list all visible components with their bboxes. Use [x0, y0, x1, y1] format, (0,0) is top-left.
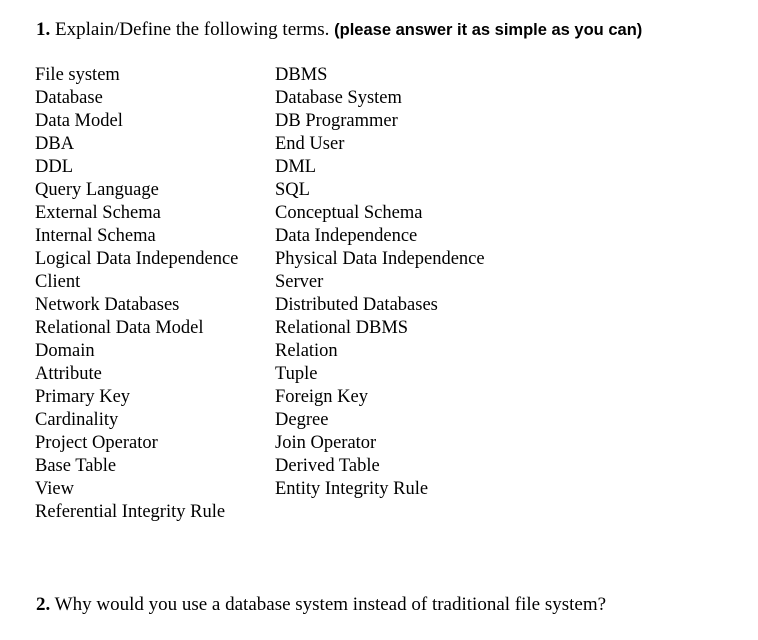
term-left: Primary Key	[35, 387, 131, 407]
term-left: Relational Data Model	[35, 318, 204, 338]
term-right: Tuple	[275, 364, 318, 384]
question-2-heading: 2. Why would you use a database system i…	[36, 594, 606, 616]
terms-row: Data Model DB Programmer	[35, 110, 575, 133]
terms-list: File system DBMS Database Database System …	[35, 64, 575, 524]
question-1-text: Explain/Define the following terms.	[55, 19, 330, 40]
terms-row: View Entity Integrity Rule	[35, 478, 575, 501]
term-right: Server	[275, 272, 324, 292]
term-right: Join Operator	[275, 433, 377, 453]
question-1-number: 1.	[36, 19, 51, 40]
term-right: Distributed Databases	[275, 295, 438, 315]
terms-row: Relational Data Model Relational DBMS	[35, 317, 575, 340]
term-right: Physical Data Independence	[275, 249, 485, 269]
terms-row: Logical Data Independence Physical Data I…	[35, 248, 575, 271]
terms-row: Cardinality Degree	[35, 409, 575, 432]
term-left: Database	[35, 88, 103, 108]
term-right: DBMS	[275, 65, 328, 85]
term-right: End User	[275, 134, 345, 154]
terms-row: Database Database System	[35, 87, 575, 110]
term-left: Client	[35, 272, 81, 292]
terms-row: Internal Schema Data Independence	[35, 225, 575, 248]
term-left: Attribute	[35, 364, 102, 384]
question-2-number: 2.	[36, 594, 51, 615]
term-right: SQL	[275, 180, 310, 200]
term-right: DB Programmer	[275, 111, 398, 131]
term-left: DBA	[35, 134, 75, 154]
question-1-heading: 1. Explain/Define the following terms. (…	[36, 19, 642, 41]
term-left: Base Table	[35, 456, 117, 476]
terms-row: Attribute Tuple	[35, 363, 575, 386]
question-2-text: Why would you use a database system inst…	[54, 594, 607, 615]
term-left: Query Language	[35, 180, 159, 200]
term-right: Degree	[275, 410, 329, 430]
term-left: Project Operator	[35, 433, 158, 453]
terms-row: DBA End User	[35, 133, 575, 156]
terms-row: Primary Key Foreign Key	[35, 386, 575, 409]
terms-row: Base Table Derived Table	[35, 455, 575, 478]
term-right: Conceptual Schema	[275, 203, 423, 223]
terms-row: Domain Relation	[35, 340, 575, 363]
term-right: Database System	[275, 88, 402, 108]
term-left: View	[35, 479, 74, 499]
terms-row: Query Language SQL	[35, 179, 575, 202]
term-left: File system	[35, 65, 120, 85]
term-left: Cardinality	[35, 410, 119, 430]
terms-row: DDL DML	[35, 156, 575, 179]
term-left: External Schema	[35, 203, 161, 223]
term-left: Data Model	[35, 111, 123, 131]
term-left: Internal Schema	[35, 226, 156, 246]
term-left: Referential Integrity Rule	[35, 502, 226, 522]
terms-row: Referential Integrity Rule	[35, 501, 575, 524]
term-right: DML	[275, 157, 317, 177]
terms-row: Client Server	[35, 271, 575, 294]
term-right: Derived Table	[275, 456, 380, 476]
term-right: Relation	[275, 341, 338, 361]
term-right: Entity Integrity Rule	[275, 479, 429, 499]
term-left: Network Databases	[35, 295, 180, 315]
terms-row: Project Operator Join Operator	[35, 432, 575, 455]
terms-row: File system DBMS	[35, 64, 575, 87]
term-right: Foreign Key	[275, 387, 368, 407]
terms-row: External Schema Conceptual Schema	[35, 202, 575, 225]
term-left: Domain	[35, 341, 95, 361]
term-right: Data Independence	[275, 226, 418, 246]
terms-row: Network Databases Distributed Databases	[35, 294, 575, 317]
term-right	[275, 501, 575, 524]
question-1-note: (please answer it as simple as you can)	[334, 21, 643, 39]
term-left: Logical Data Independence	[35, 249, 239, 269]
term-right: Relational DBMS	[275, 318, 409, 338]
term-left: DDL	[35, 157, 74, 177]
